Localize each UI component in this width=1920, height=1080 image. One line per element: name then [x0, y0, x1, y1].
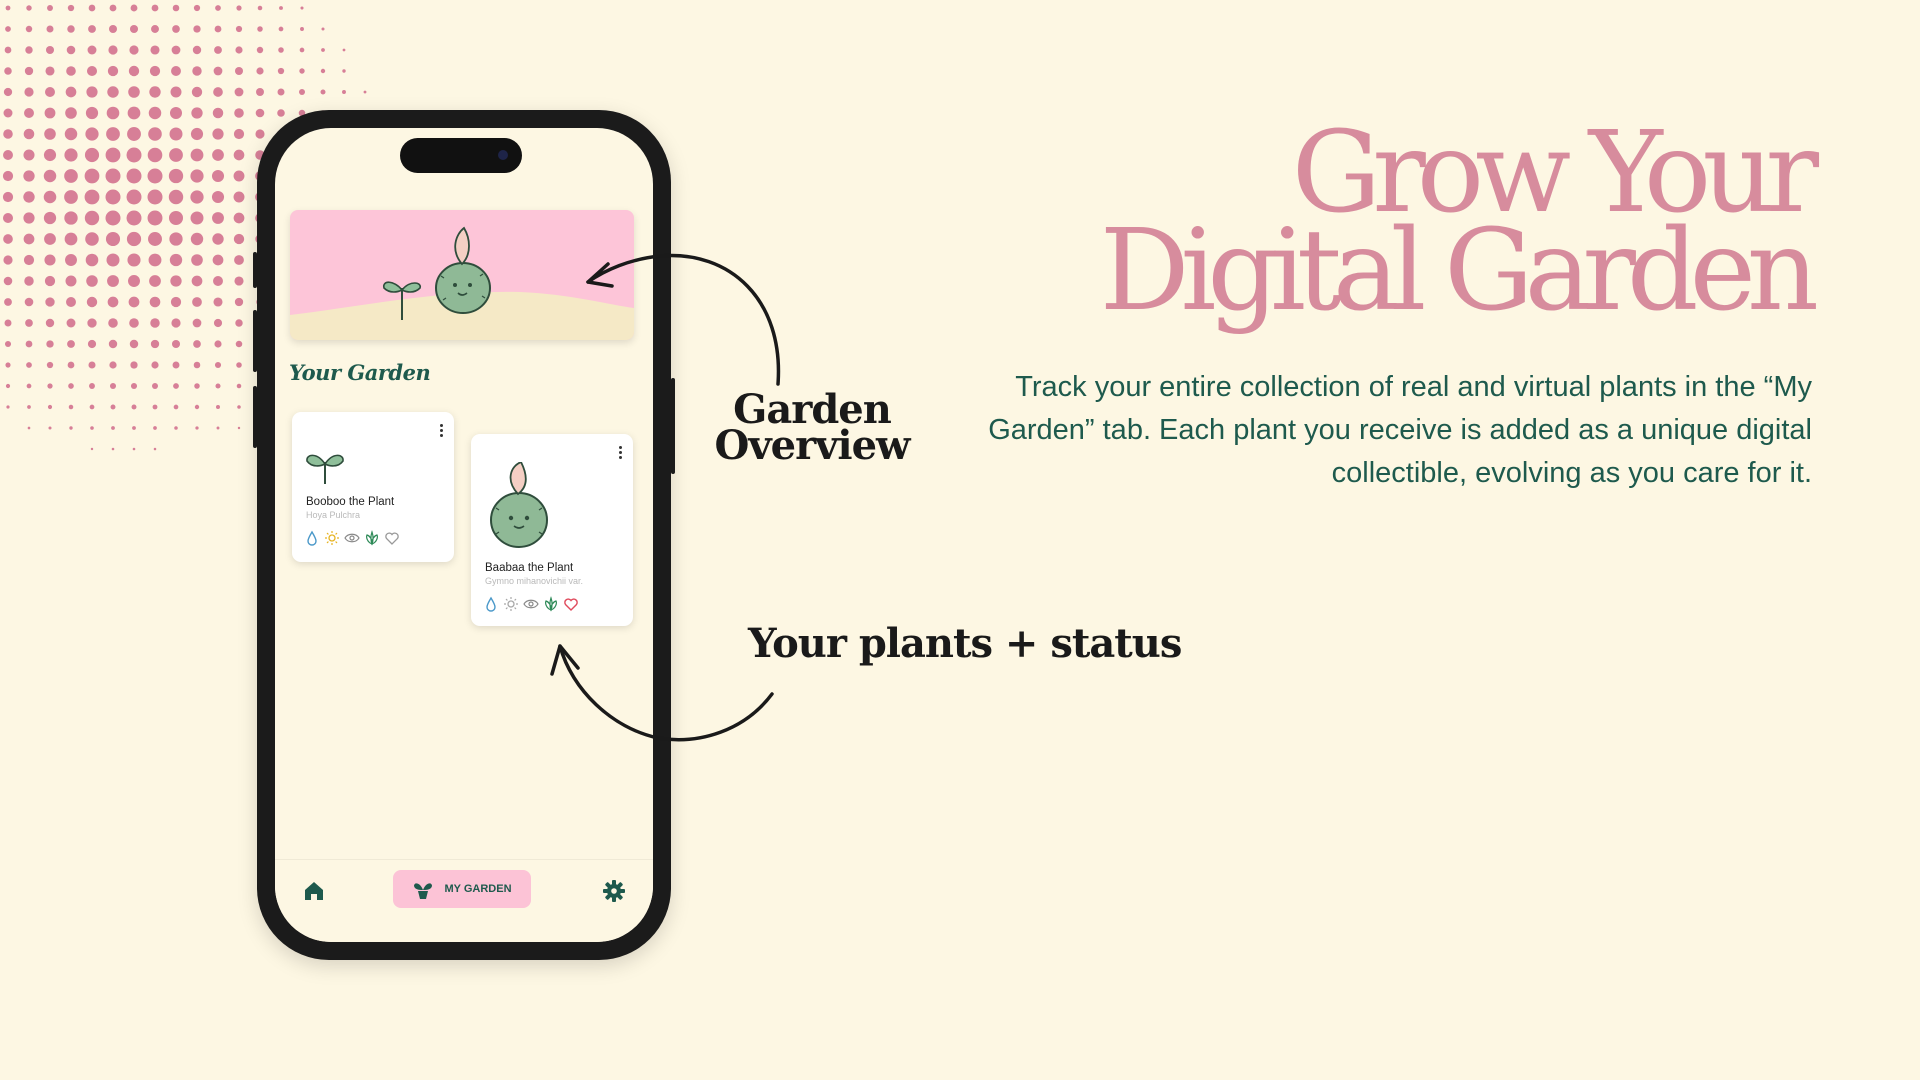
water-icon: [307, 530, 317, 546]
section-title: Your Garden: [289, 360, 431, 385]
dynamic-island: [400, 138, 522, 173]
phone-screen: Your Garden Booboo the Plant Hoya Pulchr…: [275, 128, 653, 942]
plant-name: Baabaa the Plant: [485, 562, 574, 574]
garden-overview-banner: [290, 210, 634, 340]
cactus-illustration: [435, 226, 491, 314]
callout-garden-overview: Garden Overview: [712, 390, 912, 469]
plant-status-icons: [483, 596, 579, 612]
eye-icon: [344, 533, 360, 543]
home-icon[interactable]: [301, 878, 327, 904]
more-options-icon[interactable]: [619, 446, 623, 461]
plant-card[interactable]: Booboo the Plant Hoya Pulchra: [292, 412, 454, 562]
leaf-icon: [545, 596, 557, 612]
gear-icon[interactable]: [601, 878, 627, 904]
hero-title-line2: Digital Garden: [1099, 206, 1819, 336]
plant-species: Hoya Pulchra: [306, 510, 361, 520]
water-icon: [486, 596, 496, 612]
sun-icon: [325, 531, 339, 545]
sprout-icon: [306, 454, 344, 484]
garden-illustration: [290, 226, 634, 340]
hero-description: Track your entire collection of real and…: [988, 371, 1812, 489]
bottom-tab-bar: MY GARDEN: [275, 859, 653, 942]
heart-icon: [564, 598, 578, 611]
cactus-icon: [490, 462, 548, 548]
phone-mockup: Your Garden Booboo the Plant Hoya Pulchr…: [253, 110, 675, 960]
heart-outline-icon: [385, 532, 399, 545]
plant-pot-icon: [414, 883, 433, 899]
tab-my-garden-label: MY GARDEN: [444, 883, 512, 895]
plant-name: Booboo the Plant: [306, 496, 395, 508]
plant-card[interactable]: Baabaa the Plant Gymno mihanovichii var.: [471, 434, 633, 626]
more-options-icon[interactable]: [440, 424, 444, 439]
sun-icon: [504, 597, 518, 611]
tab-my-garden[interactable]: MY GARDEN: [393, 870, 531, 908]
callout-overview-line2: Overview: [714, 422, 911, 469]
plant-status-icons: [304, 530, 400, 546]
plant-species: Gymno mihanovichii var.: [485, 576, 584, 586]
leaf-icon: [366, 530, 378, 546]
callout-plants-status: Your plants + status: [748, 620, 1182, 667]
hero-title: Grow Your Digital Garden: [1099, 117, 1819, 336]
eye-icon: [523, 599, 539, 609]
